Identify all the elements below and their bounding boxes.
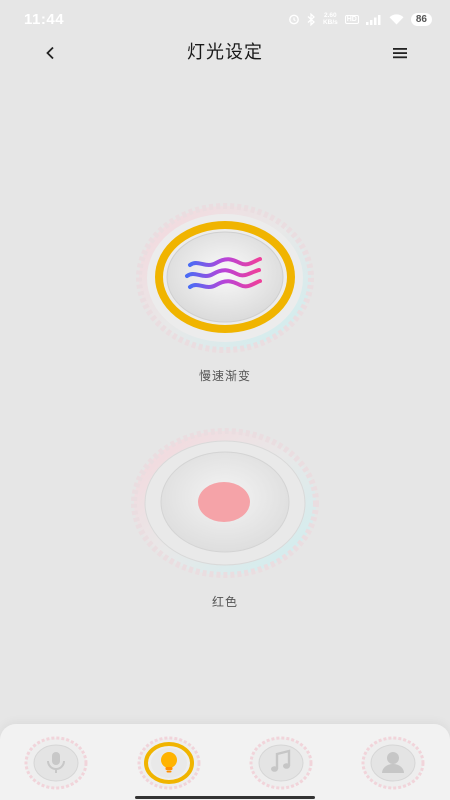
bluetooth-icon — [307, 12, 316, 26]
nav-item-music[interactable] — [249, 736, 313, 790]
page-title: 灯光设定 — [187, 42, 263, 63]
nav-item-lightbulb[interactable] — [137, 736, 201, 790]
speed-unit: KB/s — [322, 19, 338, 26]
header: 灯光设定 — [0, 38, 450, 68]
hamburger-menu-icon — [393, 48, 407, 59]
status-icons: 2.60 KB/s HD 86 — [288, 12, 432, 26]
battery-level: 86 — [410, 12, 432, 26]
alarm-icon — [288, 13, 300, 25]
signal-icon — [365, 14, 382, 25]
status-bar: 11:44 2.60 KB/s HD 86 — [0, 0, 450, 38]
mode-label-red: 红色 — [211, 595, 238, 609]
hd-badge: HD — [344, 14, 359, 24]
wifi-icon — [389, 13, 404, 25]
nav-item-user[interactable] — [361, 736, 425, 790]
network-speed: 2.60 KB/s — [323, 12, 338, 26]
mode-knob-slow-gradient[interactable] — [135, 203, 315, 353]
nav-item-microphone[interactable] — [24, 736, 88, 790]
home-indicator — [135, 796, 315, 799]
mode-knob-red[interactable] — [130, 428, 320, 578]
menu-button[interactable] — [386, 38, 414, 68]
mode-label-slow-gradient: 慢速渐变 — [198, 369, 251, 383]
bottom-nav — [0, 724, 450, 800]
red-dot-icon — [198, 482, 250, 522]
status-time: 11:44 — [24, 10, 65, 28]
speed-value: 2.60 — [324, 12, 337, 19]
